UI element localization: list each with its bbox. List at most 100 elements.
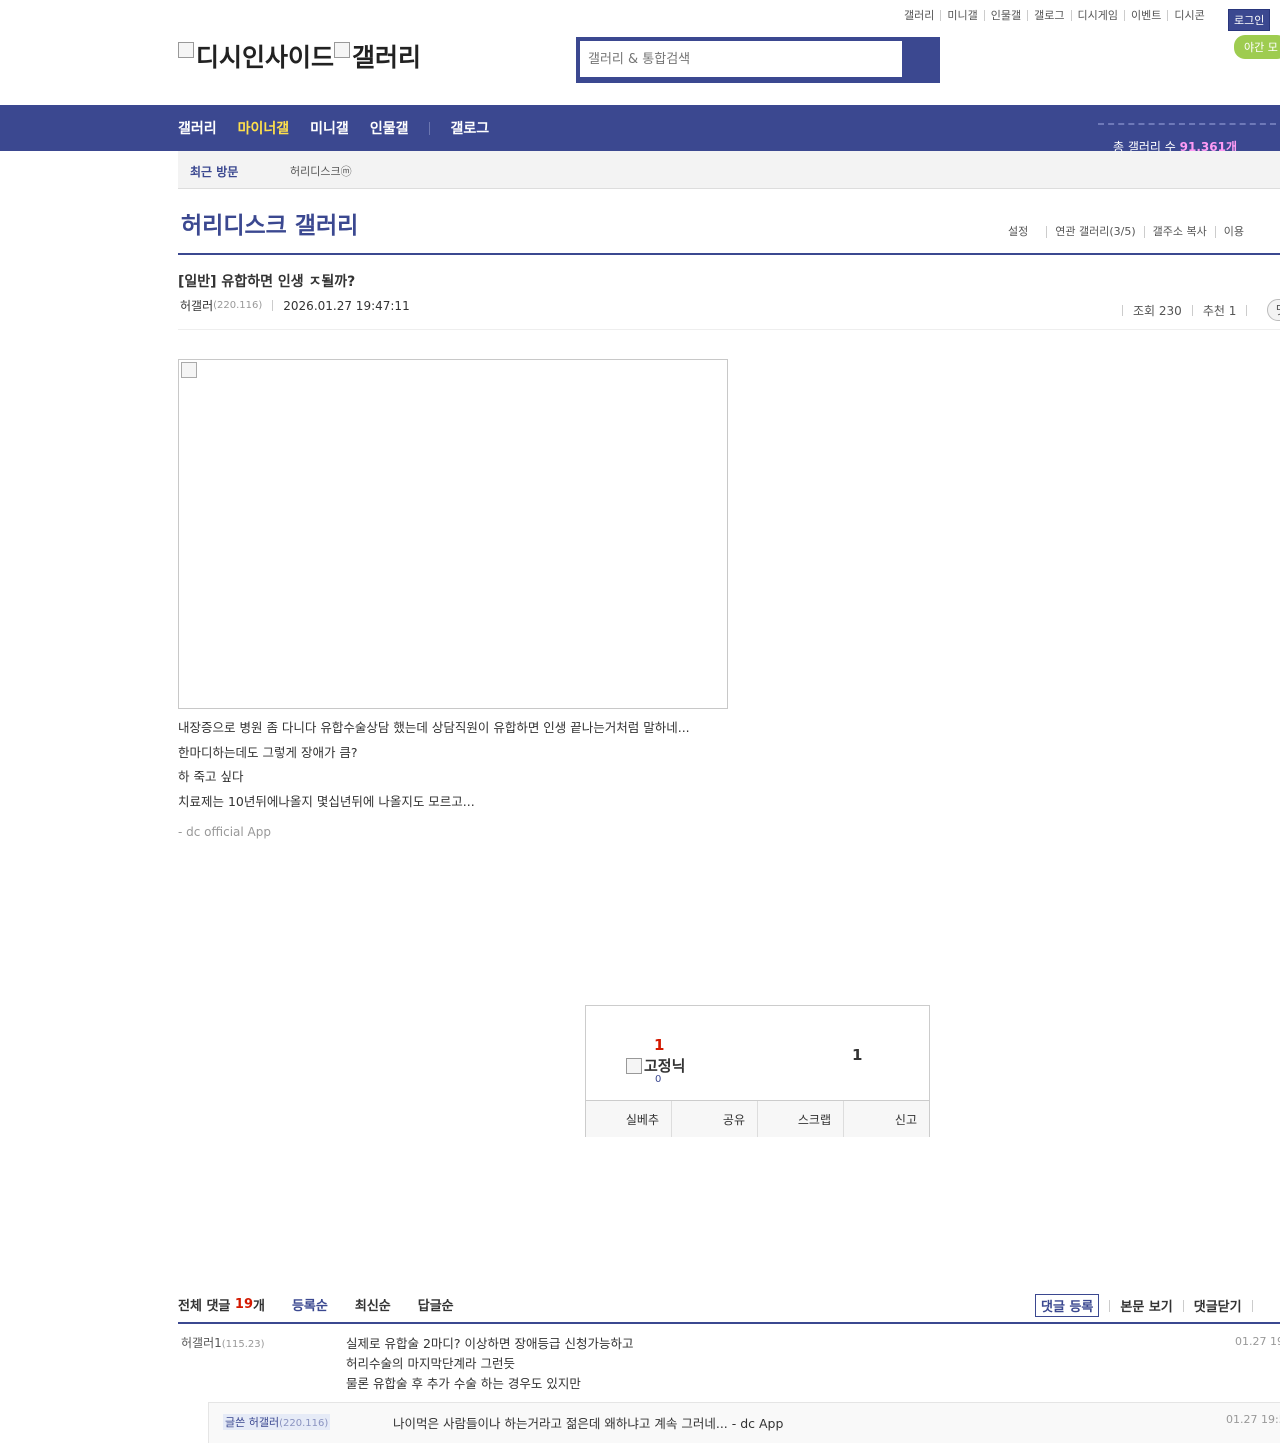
gallery-usage-link[interactable]: 이용 [1214,226,1252,238]
recommend-actions: 실베추 공유 스크랩 신고 [586,1100,929,1137]
comment-text-line: 실제로 유합술 2마디? 이상하면 장애등급 신청가능하고 [346,1336,634,1351]
nav-item-mini-gallery[interactable]: 미니갤 [310,118,349,138]
sort-by-replies[interactable]: 답글순 [418,1295,454,1314]
comment-author-ip: (115.23) [221,1339,265,1350]
close-comments-button[interactable]: 댓글닫기 [1194,1296,1242,1315]
gallery-settings-link[interactable]: 설정 [1008,226,1046,238]
top-link-gallery[interactable]: 갤러리 [900,10,940,21]
comments-actions: 댓글 등록 본문 보기 댓글닫기 [1035,1294,1263,1317]
broken-image-icon [181,362,197,378]
recent-visits-title[interactable]: 최근 방문 [190,163,238,180]
nav-divider [429,121,431,135]
top-link-minigall[interactable]: 미니갤 [940,10,983,21]
broken-image-icon [178,42,194,58]
top-link-event[interactable]: 이벤트 [1123,10,1167,21]
post-body-line: 내장증으로 병원 좀 다니다 유합수술상담 했는데 상담직원이 유합하면 인생 … [178,720,690,735]
gallery-options: 설정 연관 갤러리(3/5) 갤주소 복사 이용 [1008,226,1252,238]
comments-header: 전체 댓글 19 개 등록순 최신순 답글순 [178,1295,454,1314]
search-box [576,37,940,83]
broken-image-icon [334,42,351,58]
post-author[interactable]: 허갤러 [180,297,213,314]
comments-action-divider [1251,1299,1253,1312]
comments-total-label: 전체 댓글 [178,1299,231,1314]
reply-item: 글쓴 허갤러(220.116) 나이먹은 사람들이나 하는거라고 젊은데 왜하냐… [208,1402,1280,1443]
comment-text-line: 허리수술의 마지막단계라 그런듯 [346,1356,515,1371]
nav-item-gallery[interactable]: 갤러리 [178,118,217,138]
top-link-persongall[interactable]: 인물갤 [983,10,1027,21]
main-nav: 갤러리 마이너갤 미니갤 인물갤 갤로그 총 갤러리 수 91,361개 [0,105,1280,154]
stats-divider [1122,304,1123,316]
app-signature: - dc official App [178,825,271,839]
comments-total-count: 19 [234,1297,253,1312]
gallery-title[interactable]: 허리디스크 갤러리 [181,206,358,240]
comment-date: 01.27 19 [1235,1335,1280,1348]
search-button[interactable] [896,37,940,83]
top-link-gallog[interactable]: 갤로그 [1027,10,1070,21]
reply-text: 나이먹은 사람들이나 하는거라고 젊은데 왜하냐고 계속 그러네... - dc… [393,1416,784,1431]
report-button[interactable]: 신고 [843,1101,929,1137]
sort-by-registered[interactable]: 등록순 [292,1295,328,1314]
comment-text-line: 물론 유합술 후 추가 수술 하는 경우도 있지만 [346,1376,581,1391]
nav-item-minor-gallery[interactable]: 마이너갤 [238,118,290,138]
post-title: [일반] 유합하면 인생 ㅈ될까? [178,274,356,290]
post-meta: 허갤러 (220.116) 2026.01.27 19:47:11 [180,297,410,314]
fixed-nick-count: 0 [655,1074,662,1085]
recommend-down-count: 1 [852,1046,863,1064]
comments-action-divider [1109,1299,1111,1312]
post-stats: 조회 230 추천 1 댓 [1122,299,1280,321]
post-body-line: 하 죽고 싶다 [178,769,244,784]
reply-author[interactable]: 글쓴 허갤러(220.116) [223,1414,331,1430]
comment-author-nick: 허갤러1 [181,1336,222,1350]
view-body-button[interactable]: 본문 보기 [1120,1296,1172,1315]
share-button[interactable]: 공유 [671,1101,757,1137]
copy-gallery-url-link[interactable]: 갤주소 복사 [1143,226,1215,238]
login-button[interactable]: 로그인 [1228,9,1271,31]
post-body-line: 한마디하는데도 그렇게 장애가 큼? [178,744,358,760]
recommend-up-count: 1 [654,1036,665,1054]
post-image[interactable] [178,359,728,709]
comment-text: 실제로 유합술 2마디? 이상하면 장애등급 신청가능하고 허리수술의 마지막단… [346,1334,633,1394]
post-header-divider [178,329,1280,330]
comments-action-divider [1182,1299,1184,1312]
post-datetime: 2026.01.27 19:47:11 [283,298,410,313]
comments-divider [178,1322,1280,1324]
top-link-dcgame[interactable]: 디시게임 [1070,10,1124,21]
recent-visits: 최근 방문 허리디스크ⓜ [178,151,1280,189]
recent-visit-item[interactable]: 허리디스크ⓜ [290,163,352,179]
post-body: 내장증으로 병원 좀 다니다 유합수술상담 했는데 상담직원이 유합하면 인생 … [178,716,690,845]
realbest-button[interactable]: 실베추 [586,1101,671,1137]
stats-divider [1246,304,1248,316]
reply-date: 01.27 19:5 [1226,1413,1280,1426]
logo-alt-text: 디시인사이드 [196,43,335,72]
search-input[interactable] [580,41,902,77]
gallery-title-divider [178,253,1280,255]
reply-author-nick: 허갤러 [248,1416,280,1429]
post-comment-count-button[interactable]: 댓 [1267,299,1280,321]
logo-alt-text-gallery: 갤러리 [352,43,422,72]
meta-divider [272,300,274,311]
nav-item-gallog[interactable]: 갤로그 [450,118,489,138]
post-body-line: 치료제는 10년뒤에나올지 몇십년뒤에 나올지도 모르고... [178,793,475,809]
fixed-nick-label: 고정닉 [644,1057,686,1075]
fixed-nick-recommend-button[interactable]: 고정닉 [626,1055,685,1076]
comment-author[interactable]: 허갤러1(115.23) [181,1334,265,1351]
nav-ticker [1098,123,1276,128]
nav-item-person-gallery[interactable]: 인물갤 [370,118,409,138]
comments-total-suffix: 개 [253,1299,265,1314]
post-recommends: 추천 1 [1202,303,1237,318]
scrap-button[interactable]: 스크랩 [757,1101,843,1137]
site-logo[interactable]: 디시인사이드 갤러리 [178,38,421,74]
reply-author-ip: (220.116) [279,1418,329,1429]
recommend-box: 1 고정닉 0 1 실베추 공유 스크랩 신고 [585,1005,930,1137]
top-link-dccon[interactable]: 디시콘 [1167,10,1210,21]
related-galleries-link[interactable]: 연관 갤러리(3/5) [1046,226,1143,238]
sort-by-latest[interactable]: 최신순 [355,1295,391,1314]
top-utility-links: 갤러리 미니갤 인물갤 갤로그 디시게임 이벤트 디시콘 [900,10,1211,21]
night-mode-button[interactable]: 야간 모 [1234,35,1280,59]
register-comment-button[interactable]: 댓글 등록 [1035,1294,1100,1317]
post-views: 조회 230 [1133,303,1182,318]
reply-author-prefix: 글쓴 [225,1416,246,1429]
post-author-ip: (220.116) [213,300,263,311]
broken-image-icon [626,1057,642,1074]
stats-divider [1191,304,1193,316]
